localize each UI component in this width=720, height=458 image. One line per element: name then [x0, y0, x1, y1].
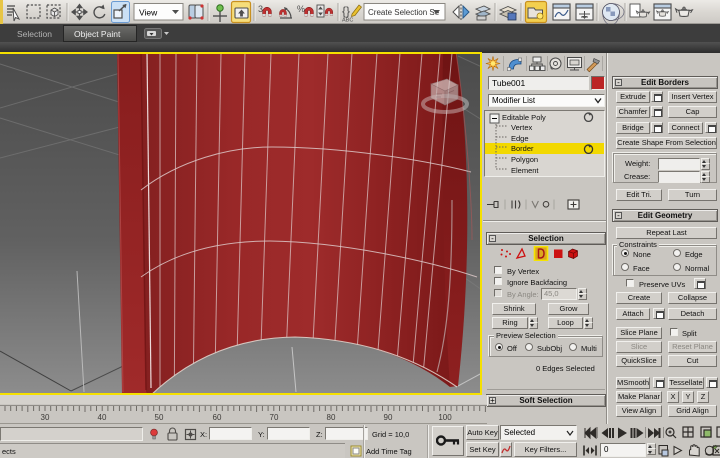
svg-text:View: View — [139, 8, 158, 18]
svg-text:70: 70 — [270, 413, 279, 422]
svg-text:Create Selection Se: Create Selection Se — [368, 8, 440, 17]
svg-text:100: 100 — [438, 413, 452, 422]
svg-text:80: 80 — [327, 413, 336, 422]
svg-text:50: 50 — [155, 413, 164, 422]
svg-text:%: % — [297, 4, 305, 14]
svg-text:60: 60 — [213, 413, 222, 422]
svg-text:{}: {} — [342, 4, 350, 18]
svg-text:90: 90 — [384, 413, 393, 422]
svg-text:3: 3 — [258, 4, 263, 14]
svg-text:30: 30 — [41, 413, 50, 422]
svg-text:ABC: ABC — [342, 18, 353, 24]
svg-text:40: 40 — [98, 413, 107, 422]
